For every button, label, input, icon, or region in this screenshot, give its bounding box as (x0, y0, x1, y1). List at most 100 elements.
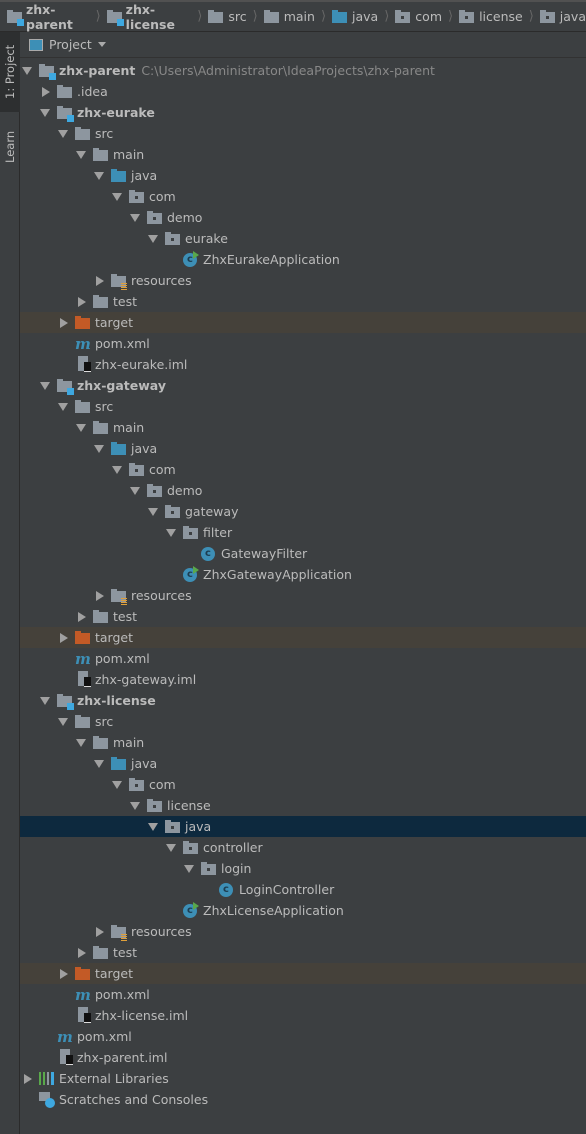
tree-node[interactable]: java (20, 816, 586, 837)
expand-arrow-open-icon[interactable] (58, 129, 68, 138)
tree-node[interactable]: java (20, 753, 586, 774)
expand-arrow-open-icon[interactable] (40, 696, 50, 705)
breadcrumb-item[interactable]: main (263, 9, 315, 24)
expand-arrow-closed-icon[interactable] (42, 86, 50, 97)
expand-arrow-open-icon[interactable] (58, 717, 68, 726)
expand-arrow-open-icon[interactable] (76, 738, 86, 747)
learn-tool-tab[interactable]: Learn (0, 122, 20, 172)
expand-arrow-open-icon[interactable] (94, 759, 104, 768)
project-tool-tab[interactable]: 1: Project (0, 32, 20, 112)
breadcrumb-item[interactable]: zhx-license (106, 2, 192, 32)
expand-arrow-open-icon[interactable] (94, 171, 104, 180)
tree-node[interactable]: src (20, 396, 586, 417)
tree-node[interactable]: m pom.xml (20, 333, 586, 354)
tree-node[interactable]: test (20, 606, 586, 627)
tree-node[interactable]: login (20, 858, 586, 879)
tree-node[interactable]: main (20, 417, 586, 438)
expand-arrow-open-icon[interactable] (166, 843, 176, 852)
expand-arrow-open-icon[interactable] (76, 150, 86, 159)
expand-arrow-open-icon[interactable] (130, 213, 140, 222)
expand-arrow-open-icon[interactable] (130, 801, 140, 810)
tree-node[interactable]: eurake (20, 228, 586, 249)
tree-node[interactable]: target (20, 627, 586, 648)
tree-node[interactable]: filter (20, 522, 586, 543)
tree-node[interactable]: zhx-parent.iml (20, 1047, 586, 1068)
tree-node[interactable]: resources (20, 270, 586, 291)
tree-node[interactable]: target (20, 963, 586, 984)
node-name: src (95, 126, 114, 141)
breadcrumb-item[interactable]: java (332, 9, 378, 24)
tree-node[interactable]: zhx-gateway.iml (20, 669, 586, 690)
expand-arrow-open-icon[interactable] (112, 780, 122, 789)
expand-arrow-open-icon[interactable] (184, 864, 194, 873)
expand-arrow-open-icon[interactable] (40, 108, 50, 117)
expand-arrow-closed-icon[interactable] (60, 317, 68, 328)
tree-node[interactable]: com (20, 774, 586, 795)
breadcrumb-item[interactable]: src (208, 9, 247, 24)
tree-node[interactable]: c ZhxLicenseApplication (20, 900, 586, 921)
tree-node[interactable]: c ZhxGatewayApplication (20, 564, 586, 585)
expand-arrow-open-icon[interactable] (148, 507, 158, 516)
expand-arrow-closed-icon[interactable] (96, 275, 104, 286)
tree-node[interactable]: resources (20, 585, 586, 606)
expand-arrow-open-icon[interactable] (148, 234, 158, 243)
tree-node[interactable]: license (20, 795, 586, 816)
tree-node[interactable]: m pom.xml (20, 1026, 586, 1047)
tree-node[interactable]: java (20, 438, 586, 459)
expand-arrow-closed-icon[interactable] (96, 926, 104, 937)
tree-node[interactable]: zhx-license (20, 690, 586, 711)
tree-node[interactable]: resources (20, 921, 586, 942)
tree-node[interactable]: Scratches and Consoles (20, 1089, 586, 1110)
tree-node[interactable]: controller (20, 837, 586, 858)
breadcrumb-item[interactable]: license (459, 9, 523, 24)
expand-arrow-closed-icon[interactable] (60, 632, 68, 643)
expand-arrow-closed-icon[interactable] (24, 1073, 32, 1084)
expand-arrow-open-icon[interactable] (148, 822, 158, 831)
expand-arrow-open-icon[interactable] (130, 486, 140, 495)
tree-node[interactable]: c GatewayFilter (20, 543, 586, 564)
tree-node[interactable]: External Libraries (20, 1068, 586, 1089)
tree-node[interactable]: java (20, 165, 586, 186)
tree-node[interactable]: com (20, 186, 586, 207)
tree-node[interactable]: zhx-eurake (20, 102, 586, 123)
expand-arrow-closed-icon[interactable] (78, 296, 86, 307)
tree-node[interactable]: c LoginController (20, 879, 586, 900)
tree-node[interactable]: demo (20, 480, 586, 501)
tree-node[interactable]: src (20, 711, 586, 732)
tree-node[interactable]: zhx-eurake.iml (20, 354, 586, 375)
tree-node[interactable]: main (20, 144, 586, 165)
expand-arrow-closed-icon[interactable] (96, 590, 104, 601)
expand-arrow-closed-icon[interactable] (78, 611, 86, 622)
tree-node[interactable]: target (20, 312, 586, 333)
breadcrumb-item[interactable]: com (395, 9, 442, 24)
expand-arrow-open-icon[interactable] (58, 402, 68, 411)
expand-arrow-open-icon[interactable] (76, 423, 86, 432)
tree-node[interactable]: m pom.xml (20, 984, 586, 1005)
expand-arrow-open-icon[interactable] (22, 66, 32, 75)
tree-node[interactable]: zhx-license.iml (20, 1005, 586, 1026)
tree-node[interactable]: .idea (20, 81, 586, 102)
tree-node[interactable]: main (20, 732, 586, 753)
breadcrumb-item[interactable]: zhx-parent (7, 2, 90, 32)
expand-arrow-open-icon[interactable] (94, 444, 104, 453)
tree-node[interactable]: test (20, 291, 586, 312)
expand-arrow-open-icon[interactable] (112, 465, 122, 474)
expand-arrow-open-icon[interactable] (166, 528, 176, 537)
tree-node[interactable]: demo (20, 207, 586, 228)
chevron-down-icon[interactable] (97, 42, 106, 47)
tree-node[interactable]: zhx-gateway (20, 375, 586, 396)
project-view-selector[interactable]: Project (49, 37, 92, 52)
tree-node[interactable]: c ZhxEurakeApplication (20, 249, 586, 270)
tree-node[interactable]: m pom.xml (20, 648, 586, 669)
tree-node[interactable]: zhx-parent C:\Users\Administrator\IdeaPro… (20, 60, 586, 81)
expand-arrow-closed-icon[interactable] (78, 947, 86, 958)
tree-node[interactable]: gateway (20, 501, 586, 522)
tree-node[interactable]: com (20, 459, 586, 480)
expand-arrow-open-icon[interactable] (40, 381, 50, 390)
expand-arrow-closed-icon[interactable] (60, 968, 68, 979)
module-folder-icon (57, 379, 74, 395)
tree-node[interactable]: src (20, 123, 586, 144)
expand-arrow-open-icon[interactable] (112, 192, 122, 201)
breadcrumb-item[interactable]: java (539, 9, 586, 24)
tree-node[interactable]: test (20, 942, 586, 963)
